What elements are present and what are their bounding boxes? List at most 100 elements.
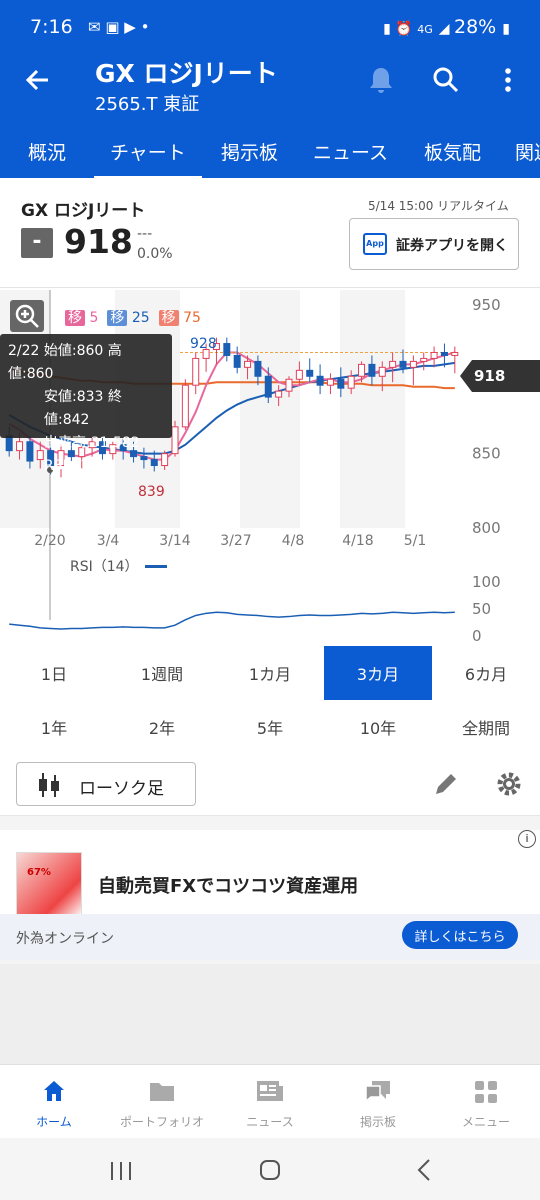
period-5y[interactable]: 5年 bbox=[216, 700, 324, 754]
signal-icon: ◢ bbox=[438, 21, 454, 37]
more-vert-icon[interactable] bbox=[496, 64, 520, 96]
candle-body bbox=[368, 363, 376, 377]
candle-body bbox=[192, 357, 200, 386]
candle-body bbox=[358, 363, 366, 377]
pencil-icon[interactable] bbox=[432, 770, 460, 798]
gear-icon[interactable] bbox=[495, 770, 523, 798]
nav-home[interactable]: ホーム bbox=[0, 1065, 108, 1139]
empty-area bbox=[0, 964, 540, 1064]
tab-overview[interactable]: 概況 bbox=[28, 138, 66, 165]
legend-ma5: 移 5 bbox=[65, 307, 98, 327]
ad-headline: 自動売買FXでコツコツ資産運用 bbox=[98, 876, 359, 897]
period-10y[interactable]: 10年 bbox=[324, 700, 432, 754]
candle-body bbox=[399, 360, 407, 368]
candle-body bbox=[254, 360, 262, 377]
ad-thumbnail: 67% bbox=[16, 852, 82, 918]
status-bar: 7:16 ✉ ▣ ▶ • ▮ ⏰ 4G ◢ 28% ▮ bbox=[0, 0, 540, 44]
home-button-icon[interactable] bbox=[258, 1158, 282, 1182]
period-1w[interactable]: 1週間 bbox=[108, 646, 216, 700]
candle-body bbox=[233, 354, 241, 368]
y-tick-label: 850 bbox=[472, 445, 501, 463]
tooltip-line2: 安値:833 終値:842 bbox=[44, 389, 122, 428]
tooltip-line3: 出来高:31,582 bbox=[44, 435, 140, 451]
x-tick-label: 5/1 bbox=[404, 533, 427, 549]
candle-body bbox=[244, 360, 252, 368]
high-annotation: 928 bbox=[190, 336, 217, 352]
rsi-tick-label: 0 bbox=[472, 627, 482, 645]
period-6m[interactable]: 6カ月 bbox=[432, 646, 540, 700]
candle-body bbox=[337, 378, 345, 389]
chart-type-button[interactable]: ローソク足 bbox=[16, 762, 196, 806]
tooltip-line1: 2/22 始値:860 高値:860 bbox=[8, 343, 122, 382]
status-icons: ▮ ⏰ bbox=[383, 21, 418, 37]
page-title: GX ロジJリート bbox=[95, 59, 278, 88]
back-arrow-icon[interactable] bbox=[22, 64, 54, 96]
chat-icon bbox=[365, 1081, 390, 1103]
system-nav bbox=[0, 1138, 540, 1200]
ad-cta-button[interactable]: 詳しくはこちら bbox=[402, 921, 518, 949]
open-app-button[interactable]: App 証券アプリを開く bbox=[349, 218, 519, 270]
candle-body bbox=[326, 378, 334, 386]
tab-board[interactable]: 掲示板 bbox=[221, 138, 278, 165]
period-1d[interactable]: 1日 bbox=[0, 646, 108, 700]
tab-related[interactable]: 関連 bbox=[515, 138, 540, 165]
nav-portfolio[interactable]: ポートフォリオ bbox=[108, 1065, 216, 1139]
header-tabs: 概況 チャート 掲示板 ニュース 板気配 関連 bbox=[0, 128, 540, 178]
folder-icon bbox=[150, 1083, 174, 1101]
rsi-tick-label: 100 bbox=[472, 573, 501, 591]
tab-news[interactable]: ニュース bbox=[313, 138, 388, 165]
tab-orderbook[interactable]: 板気配 bbox=[424, 138, 481, 165]
period-1y[interactable]: 1年 bbox=[0, 700, 108, 754]
price-change: --- bbox=[137, 226, 153, 242]
back-button-icon[interactable] bbox=[414, 1158, 434, 1182]
chart-band bbox=[340, 290, 405, 528]
rsi-label: RSI（14） bbox=[70, 559, 139, 575]
ad-section: 67% 自動売買FXでコツコツ資産運用 i 外為オンライン 詳しくはこちら bbox=[0, 816, 540, 964]
nav-board[interactable]: 掲示板 bbox=[324, 1065, 432, 1139]
zoom-icon[interactable] bbox=[10, 300, 44, 332]
candle-body bbox=[316, 375, 324, 386]
candle-body bbox=[223, 343, 231, 356]
rsi-line bbox=[9, 611, 455, 630]
price-chart[interactable]: 9509008508002/203/43/143/274/84/185/1100… bbox=[0, 290, 540, 646]
period-2y[interactable]: 2年 bbox=[108, 700, 216, 754]
chart-tooltip: 2/22 始値:860 高値:860 安値:833 終値:842 出来高:31,… bbox=[0, 334, 172, 474]
x-tick-label: 4/18 bbox=[342, 533, 373, 549]
chart-band bbox=[240, 290, 300, 528]
stock-name: GX ロジJリート bbox=[21, 201, 146, 221]
period-3m[interactable]: 3カ月 bbox=[324, 646, 432, 700]
ad-sponsor: 外為オンライン bbox=[16, 931, 114, 947]
candle-body bbox=[171, 426, 179, 455]
bell-icon[interactable] bbox=[365, 64, 397, 96]
search-icon[interactable] bbox=[430, 64, 462, 96]
stock-price: 918 bbox=[64, 222, 133, 261]
candle-body bbox=[420, 357, 428, 362]
period-1m[interactable]: 1カ月 bbox=[216, 646, 324, 700]
nav-news[interactable]: ニュース bbox=[216, 1065, 324, 1139]
x-tick-label: 3/4 bbox=[97, 533, 120, 549]
x-tick-label: 3/14 bbox=[159, 533, 191, 549]
status-right: ▮ ⏰ 4G ◢ 28% ▮ bbox=[383, 16, 510, 38]
ad-card[interactable]: 67% 自動売買FXでコツコツ資産運用 i 外為オンライン 詳しくはこちら bbox=[0, 830, 540, 960]
candle-body bbox=[264, 375, 272, 398]
candle-body bbox=[440, 351, 448, 356]
recent-apps-icon[interactable] bbox=[108, 1160, 134, 1182]
ad-footer: 外為オンライン 詳しくはこちら bbox=[0, 914, 540, 960]
open-app-label: 証券アプリを開く bbox=[396, 238, 508, 254]
candle-body bbox=[430, 351, 438, 359]
notification-icons: ✉ ▣ ▶ • bbox=[88, 18, 150, 36]
current-price-tag: 918 bbox=[460, 360, 540, 392]
low-annotation: 839 bbox=[138, 484, 165, 500]
page-subtitle: 2565.T 東証 bbox=[95, 94, 200, 115]
candle-body bbox=[451, 351, 459, 356]
app-icon: App bbox=[363, 233, 387, 255]
period-all[interactable]: 全期間 bbox=[432, 700, 540, 754]
grid-icon bbox=[475, 1081, 497, 1103]
candle-body bbox=[409, 360, 417, 368]
chart-tools: ローソク足 bbox=[0, 754, 540, 816]
tab-chart[interactable]: チャート bbox=[110, 138, 186, 165]
status-time: 7:16 bbox=[30, 16, 73, 38]
x-tick-label: 2/20 bbox=[34, 533, 65, 549]
nav-menu[interactable]: メニュー bbox=[432, 1065, 540, 1139]
info-icon[interactable]: i bbox=[518, 830, 536, 848]
